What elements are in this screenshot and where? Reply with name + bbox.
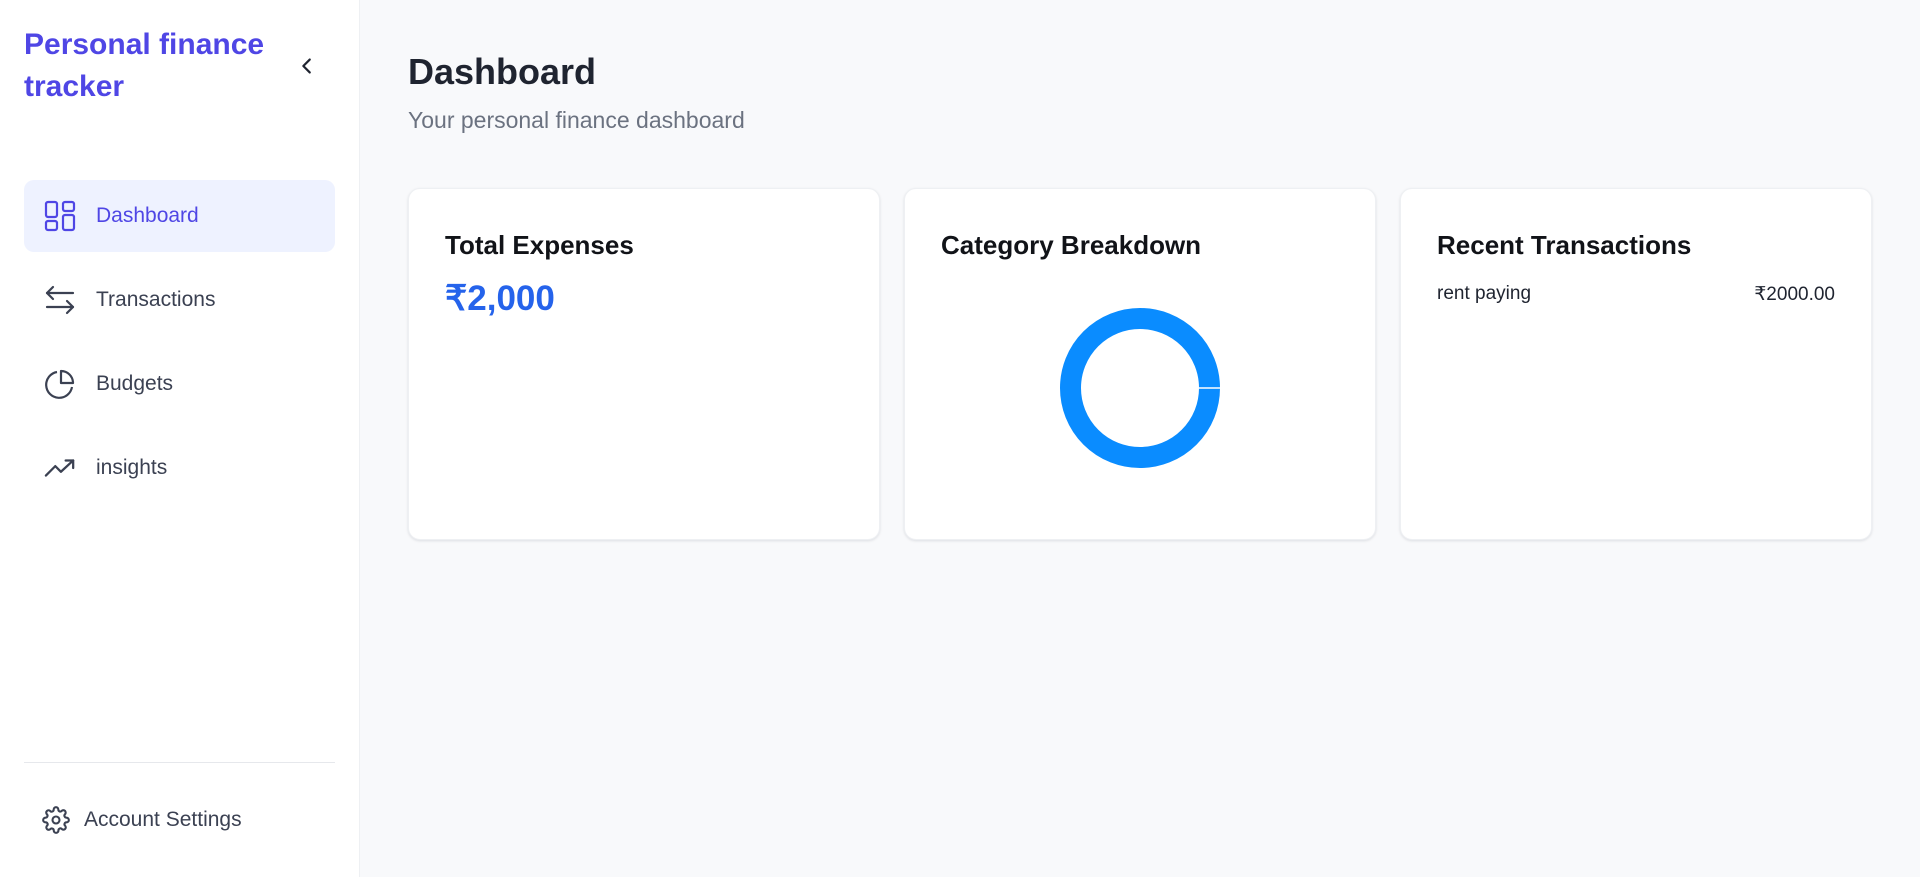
sidebar-item-transactions[interactable]: Transactions	[24, 264, 335, 336]
brand-row: Personal finance tracker	[24, 24, 335, 154]
app-title: Personal finance tracker	[24, 28, 265, 103]
account-settings-label: Account Settings	[84, 808, 242, 831]
sidebar-item-label: Dashboard	[96, 204, 199, 227]
account-settings-link[interactable]: Account Settings	[24, 763, 335, 877]
sidebar-item-label: Budgets	[96, 372, 174, 395]
dashboard-cards: Total Expenses ₹2,000 Category Breakdown…	[408, 188, 1872, 540]
donut-slice[interactable]	[1060, 308, 1220, 468]
dashboard-grid-icon	[44, 200, 76, 232]
sidebar-item-label: Transactions	[96, 288, 216, 311]
category-breakdown-card: Category Breakdown	[904, 188, 1376, 540]
sidebar: Personal finance tracker Dashboard Trans…	[0, 0, 360, 877]
pie-chart-icon	[44, 368, 76, 400]
category-breakdown-title: Category Breakdown	[941, 230, 1202, 260]
total-expenses-value: ₹2,000	[445, 279, 555, 318]
sidebar-item-budgets[interactable]: Budgets	[24, 348, 335, 420]
transaction-row[interactable]: rent paying ₹2000.00	[1437, 283, 1835, 306]
sidebar-item-dashboard[interactable]: Dashboard	[24, 180, 335, 252]
recent-transactions-title: Recent Transactions	[1437, 230, 1692, 260]
sidebar-nav: Dashboard Transactions Budgets insights	[24, 180, 335, 504]
transaction-amount: ₹2000.00	[1754, 284, 1835, 305]
page-title: Dashboard	[408, 51, 597, 92]
total-expenses-title: Total Expenses	[445, 230, 634, 260]
trending-up-icon	[44, 452, 76, 484]
sidebar-footer: Account Settings	[24, 762, 335, 877]
sidebar-item-label: insights	[96, 456, 168, 479]
recent-transactions-card: Recent Transactions rent paying ₹2000.00	[1400, 188, 1872, 540]
sidebar-item-insights[interactable]: insights	[24, 432, 335, 504]
chevron-left-icon	[302, 58, 312, 74]
transaction-description: rent paying	[1437, 283, 1532, 304]
gear-icon	[42, 806, 70, 834]
collapse-sidebar-button[interactable]	[288, 46, 327, 86]
app-root: Personal finance tracker Dashboard Trans…	[0, 0, 1920, 877]
main-content: Dashboard Your personal finance dashboar…	[360, 0, 1920, 877]
page-subtitle: Your personal finance dashboard	[408, 107, 745, 133]
arrows-swap-icon	[44, 284, 76, 316]
donut-chart-wrapper	[941, 293, 1339, 483]
total-expenses-card: Total Expenses ₹2,000	[408, 188, 880, 540]
category-donut-chart	[1060, 308, 1220, 468]
